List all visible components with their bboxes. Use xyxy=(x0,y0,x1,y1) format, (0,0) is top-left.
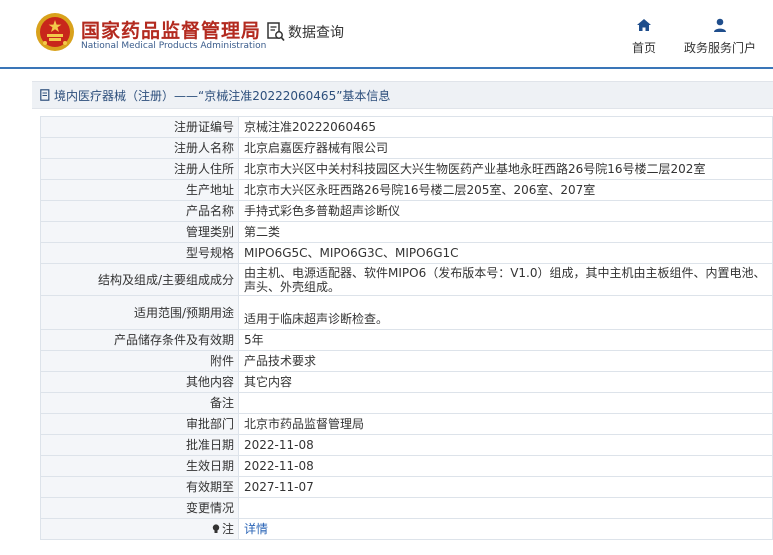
lightbulb-icon xyxy=(212,524,220,533)
nav-service-portal[interactable]: 政务服务门户 xyxy=(682,17,758,56)
table-row: 有效期至 2027-11-07 xyxy=(40,476,773,498)
field-label: 审批部门 xyxy=(40,413,239,435)
table-row: 注册人住所 北京市大兴区中关村科技园区大兴生物医药产业基地永旺西路26号院16号楼… xyxy=(40,158,773,180)
agency-name-en: National Medical Products Administration xyxy=(81,41,267,51)
table-row: 其他内容 其它内容 xyxy=(40,371,773,393)
data-query-link[interactable]: 数据查询 xyxy=(267,22,344,42)
nav-home[interactable]: 首页 xyxy=(628,17,660,56)
table-row: 审批部门 北京市药品监督管理局 xyxy=(40,413,773,435)
table-row: 管理类别 第二类 xyxy=(40,221,773,243)
table-row: 产品储存条件及有效期 5年 xyxy=(40,329,773,351)
table-row: 生产地址 北京市大兴区永旺西路26号院16号楼二层205室、206室、207室 xyxy=(40,179,773,201)
table-row: 产品名称 手持式彩色多普勒超声诊断仪 xyxy=(40,200,773,222)
table-row: 批准日期 2022-11-08 xyxy=(40,434,773,456)
field-value: 由主机、电源适配器、软件MIPO6（发布版本号：V1.0）组成，其中主机由主板组… xyxy=(238,263,773,296)
table-row: 变更情况 xyxy=(40,497,773,519)
field-label: 产品储存条件及有效期 xyxy=(40,329,239,351)
field-label: 注册证编号 xyxy=(40,116,239,138)
home-icon xyxy=(637,19,651,31)
field-value xyxy=(238,497,773,519)
field-label: 注 xyxy=(221,522,234,536)
field-value: 其它内容 xyxy=(238,371,773,393)
field-value: 第二类 xyxy=(238,221,773,243)
field-value: 2027-11-07 xyxy=(238,476,773,498)
field-label: 适用范围/预期用途 xyxy=(40,295,239,330)
document-search-icon xyxy=(267,22,285,42)
field-value: 详情 xyxy=(238,518,773,540)
field-value: 北京市大兴区永旺西路26号院16号楼二层205室、206室、207室 xyxy=(238,179,773,201)
field-value: 5年 xyxy=(238,329,773,351)
field-label: 有效期至 xyxy=(40,476,239,498)
table-row: 型号规格 MIPO6G5C、MIPO6G3C、MIPO6G1C xyxy=(40,242,773,264)
national-emblem-icon xyxy=(36,13,74,51)
field-label: 结构及组成/主要组成成分 xyxy=(40,263,239,296)
breadcrumb-text: 境内医疗器械（注册）——“京械注准20222060465”基本信息 xyxy=(54,88,391,103)
table-row: 备注 xyxy=(40,392,773,414)
field-label: 生产地址 xyxy=(40,179,239,201)
field-value: 手持式彩色多普勒超声诊断仪 xyxy=(238,200,773,222)
field-label: 附件 xyxy=(40,350,239,372)
field-value: 2022-11-08 xyxy=(238,455,773,477)
field-value: 适用于临床超声诊断检查。 xyxy=(238,295,773,330)
table-row: 注册证编号 京械注准20222060465 xyxy=(40,116,773,138)
field-label: 批准日期 xyxy=(40,434,239,456)
breadcrumb: 境内医疗器械（注册）——“京械注准20222060465”基本信息 xyxy=(32,81,773,109)
field-label: 变更情况 xyxy=(40,497,239,519)
basic-info-table: 注册证编号 京械注准20222060465 注册人名称 北京启嘉医疗器械有限公司 注… xyxy=(40,116,773,540)
data-query-label: 数据查询 xyxy=(288,25,344,41)
field-value: 产品技术要求 xyxy=(238,350,773,372)
field-value: 北京市药品监督管理局 xyxy=(238,413,773,435)
field-value xyxy=(238,392,773,414)
table-row: 结构及组成/主要组成成分 由主机、电源适配器、软件MIPO6（发布版本号：V1.0… xyxy=(40,263,773,296)
table-row: 注册人名称 北京启嘉医疗器械有限公司 xyxy=(40,137,773,159)
nav-service-portal-label: 政务服务门户 xyxy=(683,41,756,55)
site-header: 国家药品监督管理局 National Medical Products Admi… xyxy=(0,0,773,69)
field-label-note: 注 xyxy=(40,518,239,540)
field-label: 管理类别 xyxy=(40,221,239,243)
details-link[interactable]: 详情 xyxy=(244,522,268,536)
table-row: 生效日期 2022-11-08 xyxy=(40,455,773,477)
document-icon xyxy=(40,89,50,101)
field-value: 京械注准20222060465 xyxy=(238,116,773,138)
field-label: 生效日期 xyxy=(40,455,239,477)
field-value: 北京市大兴区中关村科技园区大兴生物医药产业基地永旺西路26号院16号楼二层202… xyxy=(238,158,773,180)
field-label: 产品名称 xyxy=(40,200,239,222)
field-label: 注册人住所 xyxy=(40,158,239,180)
field-value: 北京启嘉医疗器械有限公司 xyxy=(238,137,773,159)
table-row: 注 详情 xyxy=(40,518,773,540)
agency-name-cn: 国家药品监督管理局 xyxy=(81,20,262,42)
user-icon xyxy=(714,18,726,32)
field-label: 型号规格 xyxy=(40,242,239,264)
field-value: 2022-11-08 xyxy=(238,434,773,456)
field-label: 注册人名称 xyxy=(40,137,239,159)
field-label: 备注 xyxy=(40,392,239,414)
field-value: MIPO6G5C、MIPO6G3C、MIPO6G1C xyxy=(238,242,773,264)
nav-home-label: 首页 xyxy=(631,41,656,55)
table-row: 附件 产品技术要求 xyxy=(40,350,773,372)
table-row: 适用范围/预期用途 适用于临床超声诊断检查。 xyxy=(40,295,773,330)
field-label: 其他内容 xyxy=(40,371,239,393)
